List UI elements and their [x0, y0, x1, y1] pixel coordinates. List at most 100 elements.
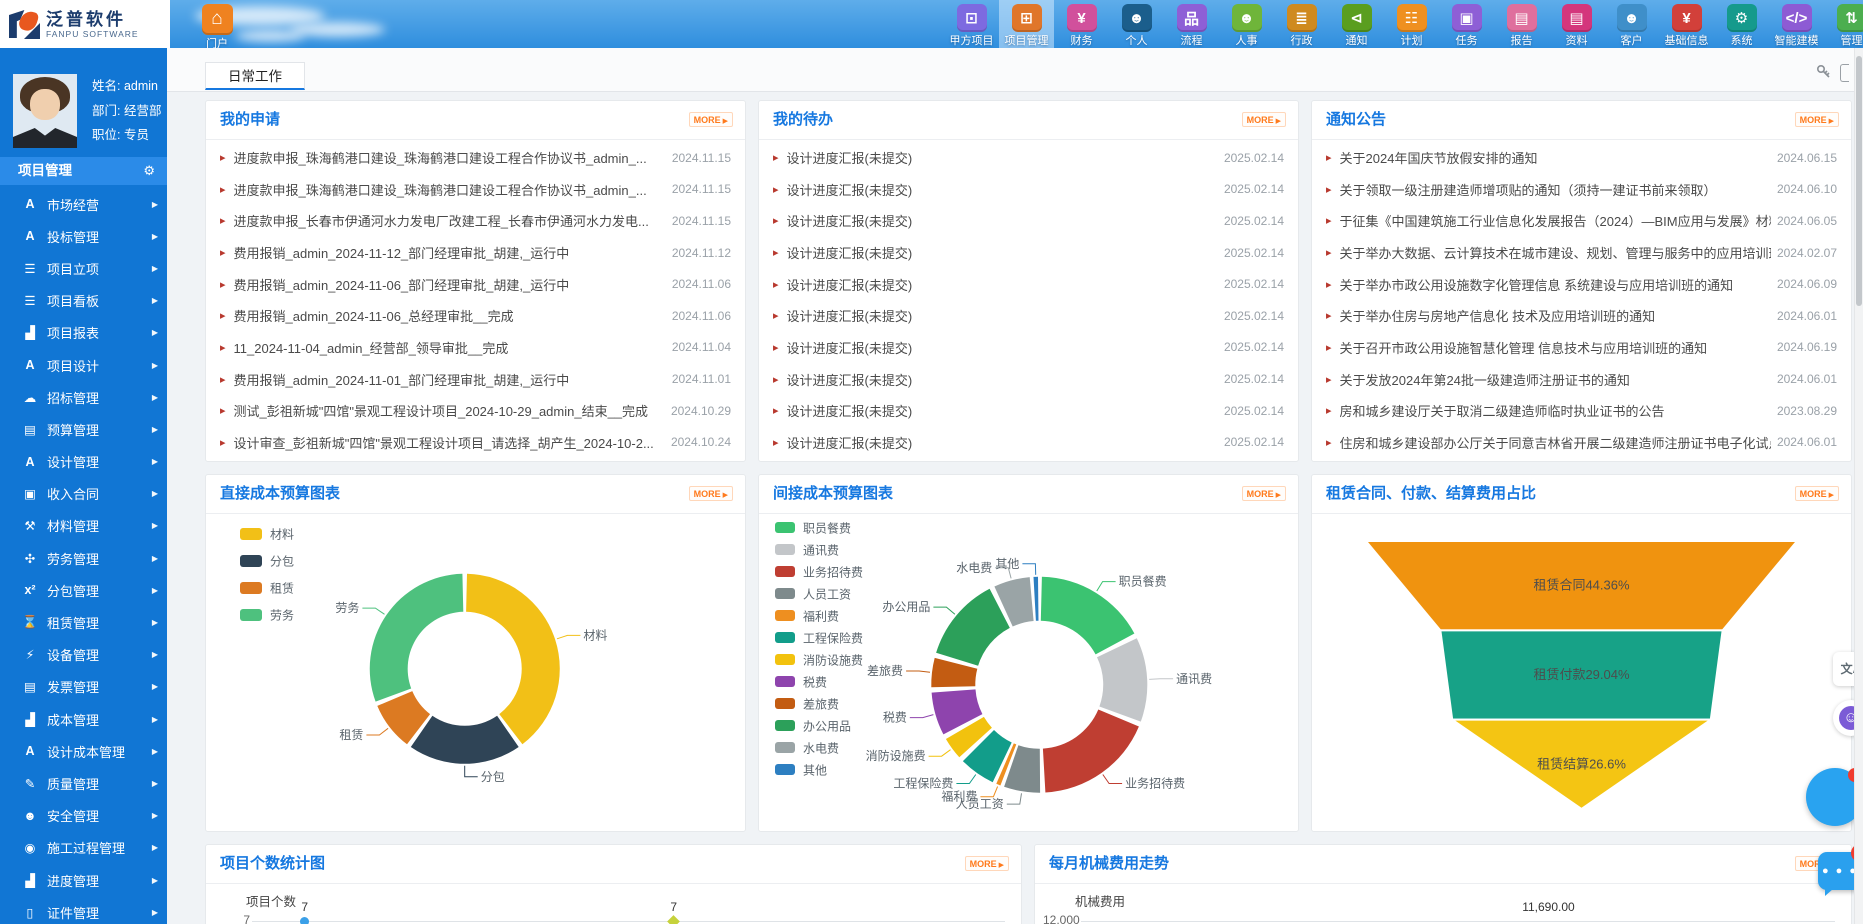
legend-item[interactable]: 租赁: [240, 579, 294, 606]
sidebar-menu-item[interactable]: ▟ 成本管理 ▶: [0, 703, 167, 735]
list-item[interactable]: ▸ 进度款申报_珠海鹤港口建设_珠海鹤港口建设工程合作协议书_admin_...…: [206, 143, 745, 173]
app-nav-item[interactable]: ¥ 财务: [1054, 0, 1109, 48]
sidebar-menu-item[interactable]: A 市场经营 ▶: [0, 188, 167, 220]
more-link[interactable]: MORE▶: [1242, 112, 1286, 127]
list-item[interactable]: ▸ 费用报销_admin_2024-11-12_部门经理审批_胡建,_运行中 2…: [206, 238, 745, 268]
app-nav-item[interactable]: ☻ 人事: [1219, 0, 1274, 48]
donut-slice[interactable]: [1034, 577, 1039, 621]
scrollbar-thumb[interactable]: [1856, 56, 1862, 306]
app-nav-item[interactable]: ▤ 资料: [1549, 0, 1604, 48]
list-item[interactable]: ▸ 费用报销_admin_2024-11-06_总经理审批__完成 2024.1…: [206, 301, 745, 331]
list-item[interactable]: ▸ 住房和城乡建设部办公厅关于同意吉林省开展二级建造师注册证书电子化试点... …: [1312, 427, 1851, 457]
legend-item[interactable]: 人员工资: [775, 585, 863, 607]
more-link[interactable]: MORE▶: [689, 112, 733, 127]
more-link[interactable]: MORE▶: [1795, 112, 1839, 127]
sidebar-menu-item[interactable]: ☻ 安全管理 ▶: [0, 800, 167, 832]
sidebar-menu-item[interactable]: A 设计成本管理 ▶: [0, 735, 167, 767]
app-nav-item[interactable]: ⊞ 项目管理: [999, 0, 1054, 48]
sidebar-menu-item[interactable]: A 投标管理 ▶: [0, 220, 167, 252]
app-nav-item[interactable]: 品 流程: [1164, 0, 1219, 48]
donut-slice[interactable]: [411, 716, 519, 764]
app-nav-item[interactable]: ⊡ 甲方项目: [944, 0, 999, 48]
list-item[interactable]: ▸ 测试_彭祖新城"四馆"景观工程设计项目_2024-10-29_admin_结…: [206, 396, 745, 426]
sidebar-menu-item[interactable]: x² 分包管理 ▶: [0, 574, 167, 606]
legend-item[interactable]: 差旅费: [775, 695, 863, 717]
app-nav-item[interactable]: ▣ 任务: [1439, 0, 1494, 48]
list-item[interactable]: ▸ 关于举办大数据、云计算技术在城市建设、规划、管理与服务中的应用培训班... …: [1312, 238, 1851, 268]
list-item[interactable]: ▸ 房和城乡建设厅关于取消二级建造师临时执业证书的公告 2023.08.29: [1312, 396, 1851, 426]
list-item[interactable]: ▸ 设计进度汇报(未提交) 2025.02.14: [759, 238, 1298, 268]
app-nav-item[interactable]: ≣ 行政: [1274, 0, 1329, 48]
data-point-marker[interactable]: [667, 915, 680, 924]
legend-item[interactable]: 办公用品: [775, 717, 863, 739]
legend-item[interactable]: 工程保险费: [775, 629, 863, 651]
list-item[interactable]: ▸ 设计进度汇报(未提交) 2025.02.14: [759, 174, 1298, 204]
nav-portal[interactable]: ⌂ 门户: [192, 4, 242, 51]
legend-item[interactable]: 其他: [775, 761, 863, 783]
legend-item[interactable]: 劳务: [240, 606, 294, 633]
sidebar-menu-item[interactable]: ⚒ 材料管理 ▶: [0, 510, 167, 542]
list-item[interactable]: ▸ 11_2024-11-04_admin_经营部_领导审批__完成 2024.…: [206, 332, 745, 362]
list-item[interactable]: ▸ 设计审查_彭祖新城"四馆"景观工程设计项目_请选择_胡产生_2024-10-…: [206, 427, 745, 457]
sidebar-menu-item[interactable]: ☁ 招标管理 ▶: [0, 381, 167, 413]
sidebar-menu-item[interactable]: A 项目设计 ▶: [0, 349, 167, 381]
sidebar-menu-item[interactable]: ▟ 进度管理 ▶: [0, 864, 167, 896]
list-item[interactable]: ▸ 关于2024年国庆节放假安排的通知 2024.06.15: [1312, 143, 1851, 173]
app-nav-item[interactable]: ☷ 计划: [1384, 0, 1439, 48]
sidebar-menu-item[interactable]: ▯ 证件管理 ▶: [0, 896, 167, 924]
list-item[interactable]: ▸ 费用报销_admin_2024-11-01_部门经理审批_胡建,_运行中 2…: [206, 364, 745, 394]
list-item[interactable]: ▸ 设计进度汇报(未提交) 2025.02.14: [759, 427, 1298, 457]
sidebar-menu-item[interactable]: ✎ 质量管理 ▶: [0, 767, 167, 799]
list-item[interactable]: ▸ 关于发放2024年第24批一级建造师注册证书的通知 2024.06.01: [1312, 364, 1851, 394]
sidebar-menu-item[interactable]: ◉ 施工过程管理 ▶: [0, 832, 167, 864]
legend-item[interactable]: 消防设施费: [775, 651, 863, 673]
list-item[interactable]: ▸ 关于领取一级注册建造师增项贴的通知（须持一建证书前来领取） 2024.06.…: [1312, 174, 1851, 204]
more-link[interactable]: MORE▶: [1242, 486, 1286, 501]
legend-item[interactable]: 通讯费: [775, 541, 863, 563]
donut-slice[interactable]: [370, 574, 464, 702]
list-item[interactable]: ▸ 设计进度汇报(未提交) 2025.02.14: [759, 206, 1298, 236]
gear-icon[interactable]: ⚙: [143, 157, 155, 185]
partial-icon[interactable]: [1840, 64, 1849, 82]
app-nav-item[interactable]: ¥ 基础信息: [1659, 0, 1714, 48]
legend-item[interactable]: 水电费: [775, 739, 863, 761]
legend-item[interactable]: 职员餐费: [775, 519, 863, 541]
app-nav-item[interactable]: ⊲ 通知: [1329, 0, 1384, 48]
donut-slice[interactable]: [936, 589, 1010, 666]
sidebar-menu-item[interactable]: ⚡ 设备管理 ▶: [0, 639, 167, 671]
list-item[interactable]: ▸ 进度款申报_珠海鹤港口建设_珠海鹤港口建设工程合作协议书_admin_...…: [206, 174, 745, 204]
list-item[interactable]: ▸ 设计进度汇报(未提交) 2025.02.14: [759, 301, 1298, 331]
list-item[interactable]: ▸ 关于举办住房与房地产信息化 技术及应用培训班的通知 2024.06.01: [1312, 301, 1851, 331]
legend-item[interactable]: 材料: [240, 525, 294, 552]
donut-slice[interactable]: [1004, 745, 1040, 793]
sidebar-menu-item[interactable]: ▤ 发票管理 ▶: [0, 671, 167, 703]
sidebar-menu-item[interactable]: ▤ 预算管理 ▶: [0, 413, 167, 445]
legend-item[interactable]: 税费: [775, 673, 863, 695]
legend-item[interactable]: 分包: [240, 552, 294, 579]
list-item[interactable]: ▸ 设计进度汇报(未提交) 2025.02.14: [759, 143, 1298, 173]
donut-slice[interactable]: [466, 574, 560, 745]
list-item[interactable]: ▸ 设计进度汇报(未提交) 2025.02.14: [759, 396, 1298, 426]
key-icon[interactable]: [1816, 64, 1832, 80]
sidebar-menu-item[interactable]: A 设计管理 ▶: [0, 446, 167, 478]
app-nav-item[interactable]: </> 智能建模: [1769, 0, 1824, 48]
list-item[interactable]: ▸ 费用报销_admin_2024-11-06_部门经理审批_胡建,_运行中 2…: [206, 269, 745, 299]
list-item[interactable]: ▸ 设计进度汇报(未提交) 2025.02.14: [759, 364, 1298, 394]
sidebar-menu-item[interactable]: ☰ 项目立项 ▶: [0, 252, 167, 284]
app-nav-item[interactable]: ☻ 个人: [1109, 0, 1164, 48]
tab-daily-work[interactable]: 日常工作: [205, 62, 305, 90]
sidebar-menu-item[interactable]: ☰ 项目看板 ▶: [0, 285, 167, 317]
list-item[interactable]: ▸ 设计进度汇报(未提交) 2025.02.14: [759, 332, 1298, 362]
list-item[interactable]: ▸ 关于召开市政公用设施智慧化管理 信息技术与应用培训班的通知 2024.06.…: [1312, 332, 1851, 362]
app-nav-item[interactable]: ⇅ 管理: [1824, 0, 1863, 48]
data-point-marker[interactable]: [300, 917, 309, 924]
list-item[interactable]: ▸ 进度款申报_长春市伊通河水力发电厂改建工程_长春市伊通河水力发电... 20…: [206, 206, 745, 236]
sidebar-menu-item[interactable]: ▟ 项目报表 ▶: [0, 317, 167, 349]
donut-slice[interactable]: [1097, 638, 1147, 721]
app-nav-item[interactable]: ⚙ 系统: [1714, 0, 1769, 48]
app-nav-item[interactable]: ▤ 报告: [1494, 0, 1549, 48]
sidebar-menu-item[interactable]: ✣ 劳务管理 ▶: [0, 542, 167, 574]
more-link[interactable]: MORE▶: [1795, 486, 1839, 501]
list-item[interactable]: ▸ 设计进度汇报(未提交) 2025.02.14: [759, 269, 1298, 299]
list-item[interactable]: ▸ 关于举办市政公用设施数字化管理信息 系统建设与应用培训班的通知 2024.0…: [1312, 269, 1851, 299]
